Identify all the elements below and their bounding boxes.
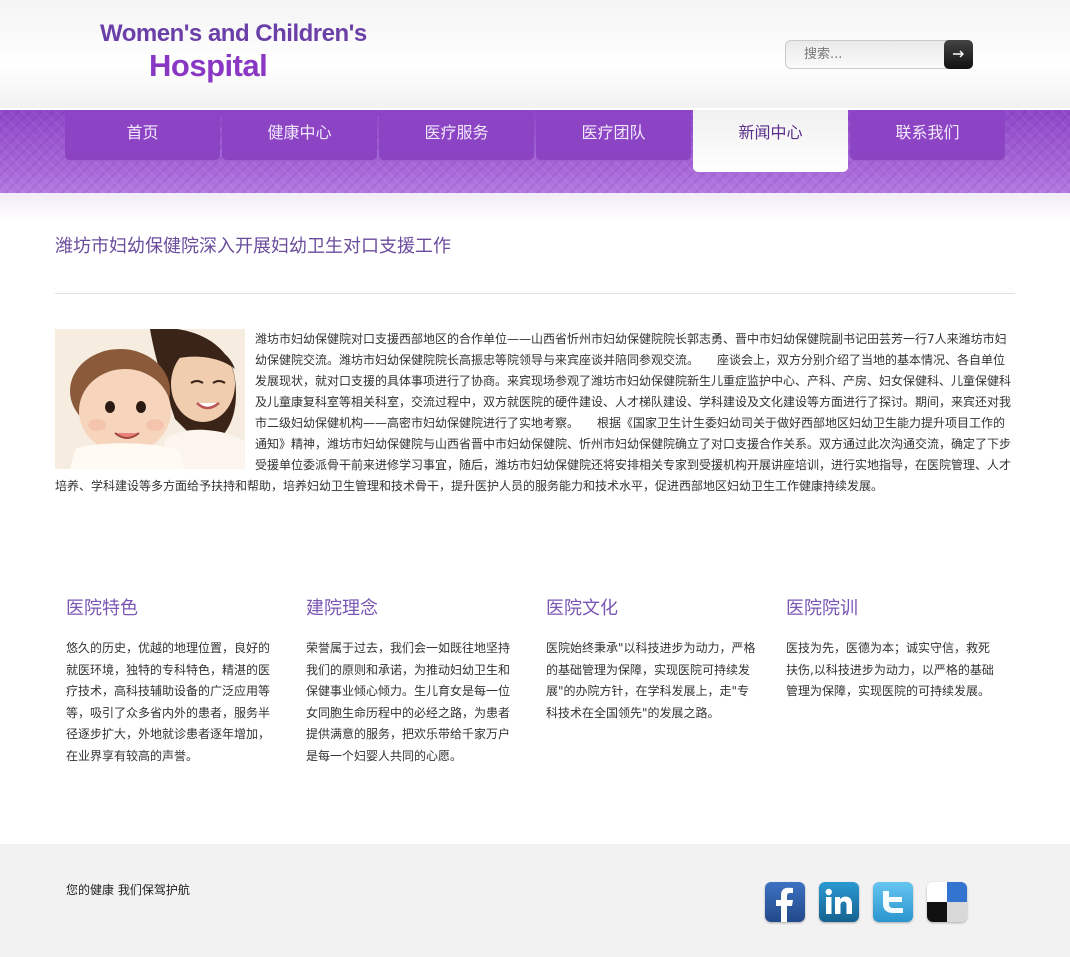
feature-text: 悠久的历史，优越的地理位置，良好的就医环境，独特的专科特色，精湛的医疗技术，高科…: [66, 641, 271, 763]
linkedin-icon[interactable]: [819, 882, 859, 922]
footer-tagline: 您的健康 我们保驾护航: [66, 883, 190, 897]
search-button[interactable]: [944, 40, 973, 69]
nav-item-contact-us[interactable]: 联系我们: [850, 110, 1005, 161]
feature-founding-philosophy: 建院理念 荣誉属于过去，我们会一如既往地坚持我们的原则和承诺，为推动妇幼卫生和保…: [306, 594, 516, 767]
site-footer: 您的健康 我们保驾护航: [0, 844, 1070, 957]
article-title: 潍坊市妇幼保健院深入开展妇幼卫生对口支援工作: [55, 236, 451, 257]
feature-title: 医院文化: [546, 598, 618, 619]
logo-line-1: Women's and Children's: [100, 20, 367, 47]
nav-item-medical-team[interactable]: 医疗团队: [536, 110, 691, 161]
mother-and-baby-photo: [55, 329, 245, 469]
nav-item-medical-services[interactable]: 医疗服务: [379, 110, 534, 161]
nav-item-news-center[interactable]: 新闻中心: [693, 110, 848, 172]
mother-and-baby-illustration: [55, 329, 245, 469]
feature-hospital-culture: 医院文化 医院始终秉承"以科技进步为动力，严格的基础管理为保障，实现医院可持续发…: [546, 594, 756, 724]
feature-title: 医院院训: [786, 598, 858, 619]
nav-item-health-center[interactable]: 健康中心: [222, 110, 377, 161]
site-header: Women's and Children's Hospital: [0, 0, 1070, 108]
hospital-logo[interactable]: Women's and Children's Hospital: [100, 20, 367, 86]
feature-hospital-characteristics: 医院特色 悠久的历史，优越的地理位置，良好的就医环境，独特的专科特色，精湛的医疗…: [66, 594, 276, 767]
feature-title: 建院理念: [306, 598, 378, 619]
feature-title: 医院特色: [66, 598, 138, 619]
nav-item-home[interactable]: 首页: [65, 110, 220, 161]
feature-text: 荣誉属于过去，我们会一如既往地坚持我们的原则和承诺，为推动妇幼卫生和保健事业倾心…: [306, 641, 511, 763]
arrow-right-icon: [952, 50, 964, 58]
delicious-icon[interactable]: [927, 882, 967, 922]
search-input[interactable]: [785, 40, 951, 69]
facebook-icon[interactable]: [765, 882, 805, 922]
nav-shadow: [0, 193, 1070, 223]
feature-text: 医院始终秉承"以科技进步为动力，严格的基础管理为保障，实现医院可持续发展"的办院…: [546, 641, 756, 720]
twitter-icon[interactable]: [873, 882, 913, 922]
search-box: [785, 40, 973, 69]
feature-hospital-motto: 医院院训 医技为先，医德为本；诚实守信，救死扶伤,以科技进步为动力，以严格的基础…: [786, 594, 996, 703]
main-navigation: 首页 健康中心 医疗服务 医疗团队 新闻中心 联系我们: [0, 110, 1070, 193]
title-divider: [55, 293, 1015, 294]
feature-text: 医技为先，医德为本；诚实守信，救死扶伤,以科技进步为动力，以严格的基础管理为保障…: [786, 641, 994, 698]
logo-line-2: Hospital: [149, 48, 268, 83]
